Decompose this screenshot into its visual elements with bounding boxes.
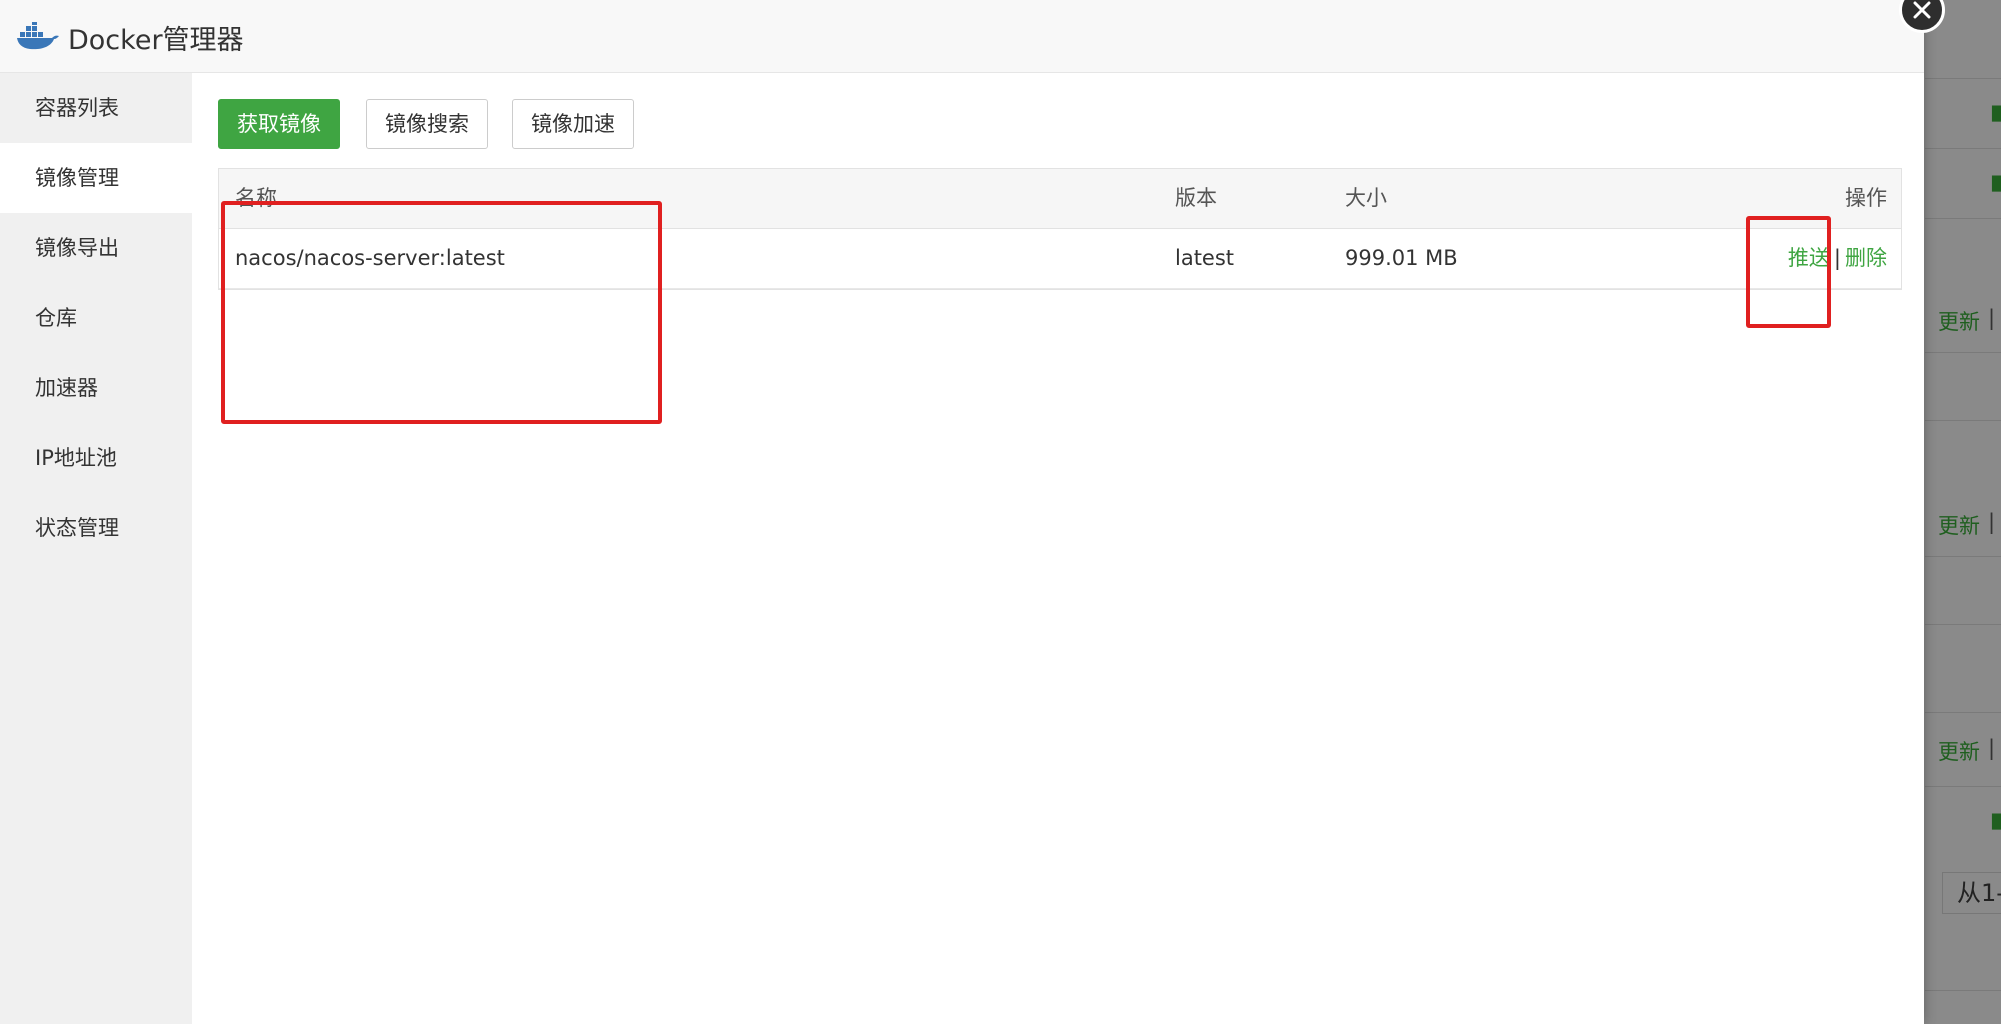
bg-row-divider bbox=[1925, 990, 2001, 991]
bg-truncated-link: ■ bbox=[1990, 808, 2001, 832]
bg-row-divider bbox=[1925, 624, 2001, 625]
sidebar-item-container-list[interactable]: 容器列表 bbox=[0, 73, 192, 143]
bg-update-link[interactable]: 更新 bbox=[1938, 510, 1980, 540]
docker-manager-modal: Docker管理器 容器列表 镜像管理 镜像导出 仓库 加速器 IP地址池 状态… bbox=[0, 0, 1924, 1024]
annotation-box-push-action bbox=[1746, 216, 1831, 328]
sidebar-item-accelerator[interactable]: 加速器 bbox=[0, 353, 192, 423]
delete-link[interactable]: 删除 bbox=[1845, 246, 1887, 270]
bg-link-separator: | bbox=[1988, 736, 1996, 760]
sidebar-item-status-management[interactable]: 状态管理 bbox=[0, 493, 192, 563]
sidebar-item-image-management[interactable]: 镜像管理 bbox=[0, 143, 192, 213]
action-separator: | bbox=[1833, 246, 1841, 270]
image-version: latest bbox=[1175, 246, 1235, 270]
bg-link-separator: | bbox=[1988, 510, 1996, 534]
bg-row-divider bbox=[1925, 78, 2001, 79]
sidebar-item-ip-pool[interactable]: IP地址池 bbox=[0, 423, 192, 493]
modal-header: Docker管理器 bbox=[0, 0, 1924, 73]
search-image-button[interactable]: 镜像搜索 bbox=[366, 99, 488, 149]
pull-image-button[interactable]: 获取镜像 bbox=[218, 99, 340, 149]
bg-row-divider bbox=[1925, 556, 2001, 557]
bg-truncated-link: ■ bbox=[1990, 170, 2001, 194]
docker-whale-icon bbox=[17, 22, 59, 50]
image-size: 999.01 MB bbox=[1345, 246, 1458, 270]
modal-title: Docker管理器 bbox=[68, 25, 244, 56]
sidebar-item-repository[interactable]: 仓库 bbox=[0, 283, 192, 353]
bg-row-divider bbox=[1925, 218, 2001, 219]
bg-pagination-info: 从1- bbox=[1942, 872, 2001, 914]
close-icon bbox=[1913, 1, 1931, 19]
bg-link-separator: | bbox=[1988, 306, 1996, 330]
column-header-size: 大小 bbox=[1345, 186, 1387, 210]
bg-row-divider bbox=[1925, 148, 2001, 149]
bg-row-divider bbox=[1925, 420, 2001, 421]
column-header-version: 版本 bbox=[1175, 186, 1217, 210]
bg-row-divider bbox=[1925, 712, 2001, 713]
bg-row-divider bbox=[1925, 786, 2001, 787]
column-header-operations: 操作 bbox=[1845, 186, 1887, 210]
bg-row-divider bbox=[1925, 352, 2001, 353]
image-accelerate-button[interactable]: 镜像加速 bbox=[512, 99, 634, 149]
annotation-box-image-name bbox=[221, 201, 662, 424]
bg-update-link[interactable]: 更新 bbox=[1938, 306, 1980, 336]
sidebar-item-image-export[interactable]: 镜像导出 bbox=[0, 213, 192, 283]
bg-update-link[interactable]: 更新 bbox=[1938, 736, 1980, 766]
bg-truncated-link: ■ bbox=[1990, 100, 2001, 124]
sidebar: 容器列表 镜像管理 镜像导出 仓库 加速器 IP地址池 状态管理 bbox=[0, 73, 192, 1024]
